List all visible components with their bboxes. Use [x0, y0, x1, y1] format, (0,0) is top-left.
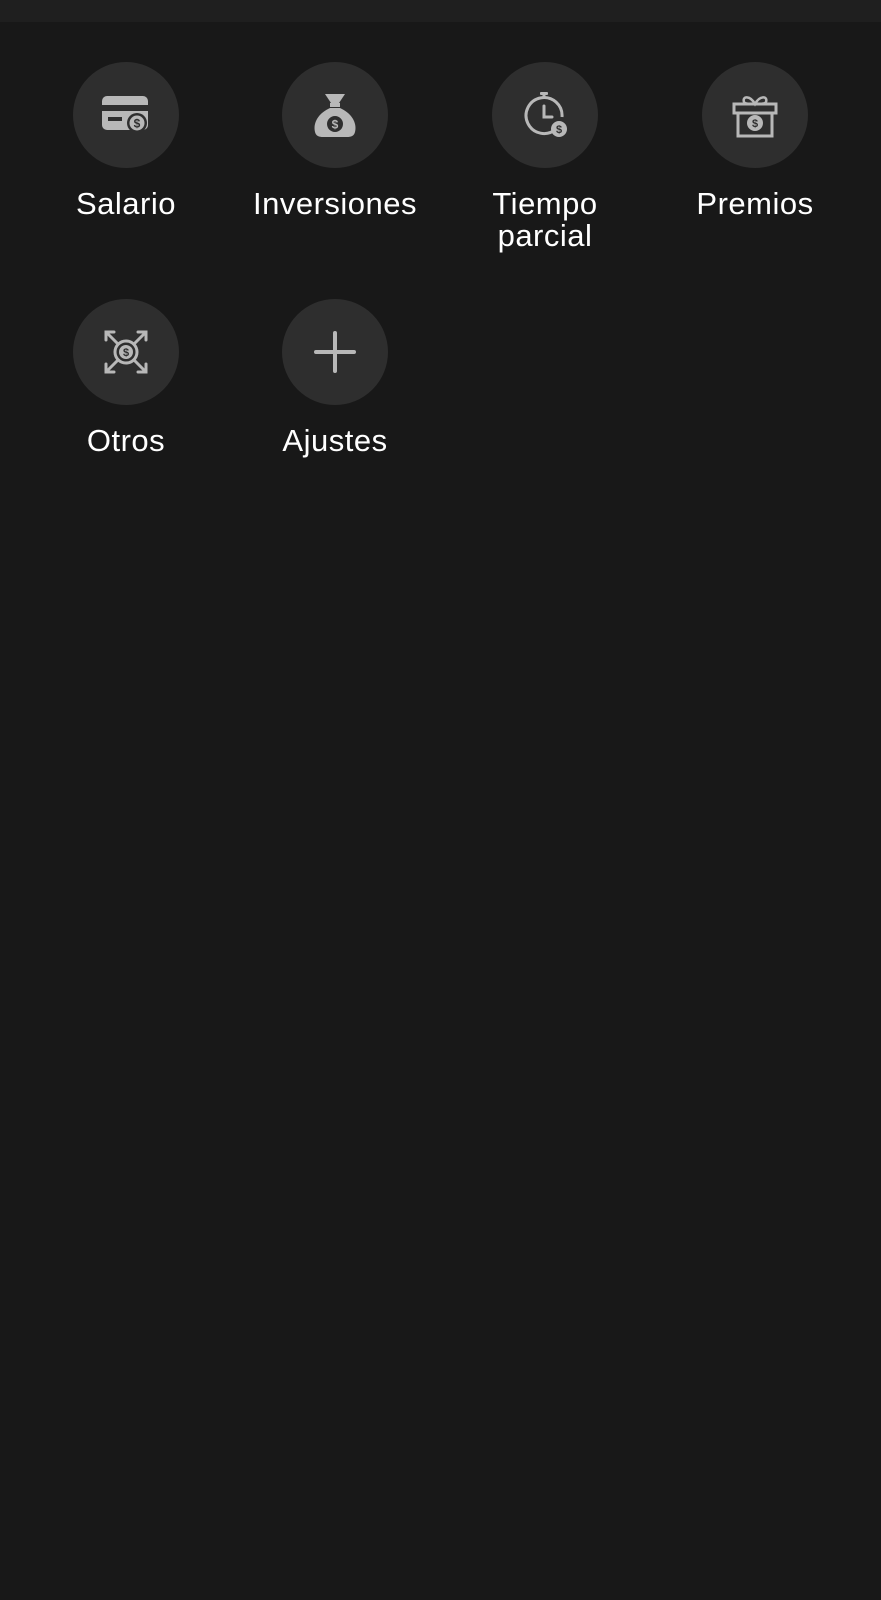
category-icon-circle [282, 299, 388, 405]
category-label: Premios [696, 186, 814, 221]
clock-dollar-icon: $ [524, 92, 567, 137]
category-icon-circle: $ [702, 62, 808, 168]
category-picker-screen: $ Salario $ Inversiones $ Tiempo parcial… [0, 0, 881, 1600]
svg-text:$: $ [134, 117, 141, 131]
category-label: Salario [76, 186, 176, 221]
svg-text:$: $ [123, 347, 129, 359]
category-salario[interactable]: $ Salario [21, 62, 231, 220]
category-label: Otros [86, 423, 166, 458]
category-label: Inversiones [252, 186, 418, 221]
category-icon-circle: $ [73, 299, 179, 405]
svg-text:$: $ [752, 118, 758, 130]
coin-arrows-icon: $ [104, 330, 148, 374]
top-bar [0, 0, 881, 22]
svg-text:$: $ [556, 124, 562, 136]
category-inversiones[interactable]: $ Inversiones [230, 62, 440, 220]
category-label: Ajustes [282, 423, 388, 458]
category-icon-circle: $ [492, 62, 598, 168]
category-premios[interactable]: $ Premios [650, 62, 860, 220]
plus-icon [314, 331, 356, 373]
category-ajustes[interactable]: Ajustes [230, 299, 440, 457]
card-dollar-icon: $ [102, 96, 148, 133]
category-icon-circle: $ [73, 62, 179, 168]
category-icon-circle: $ [282, 62, 388, 168]
category-tiempo-parcial[interactable]: $ Tiempo parcial [440, 62, 650, 252]
svg-text:$: $ [332, 118, 339, 132]
category-otros[interactable]: $ Otros [21, 299, 231, 457]
money-bag-icon: $ [314, 94, 356, 137]
gift-dollar-icon: $ [732, 96, 778, 138]
category-label: Tiempo parcial [492, 186, 598, 253]
